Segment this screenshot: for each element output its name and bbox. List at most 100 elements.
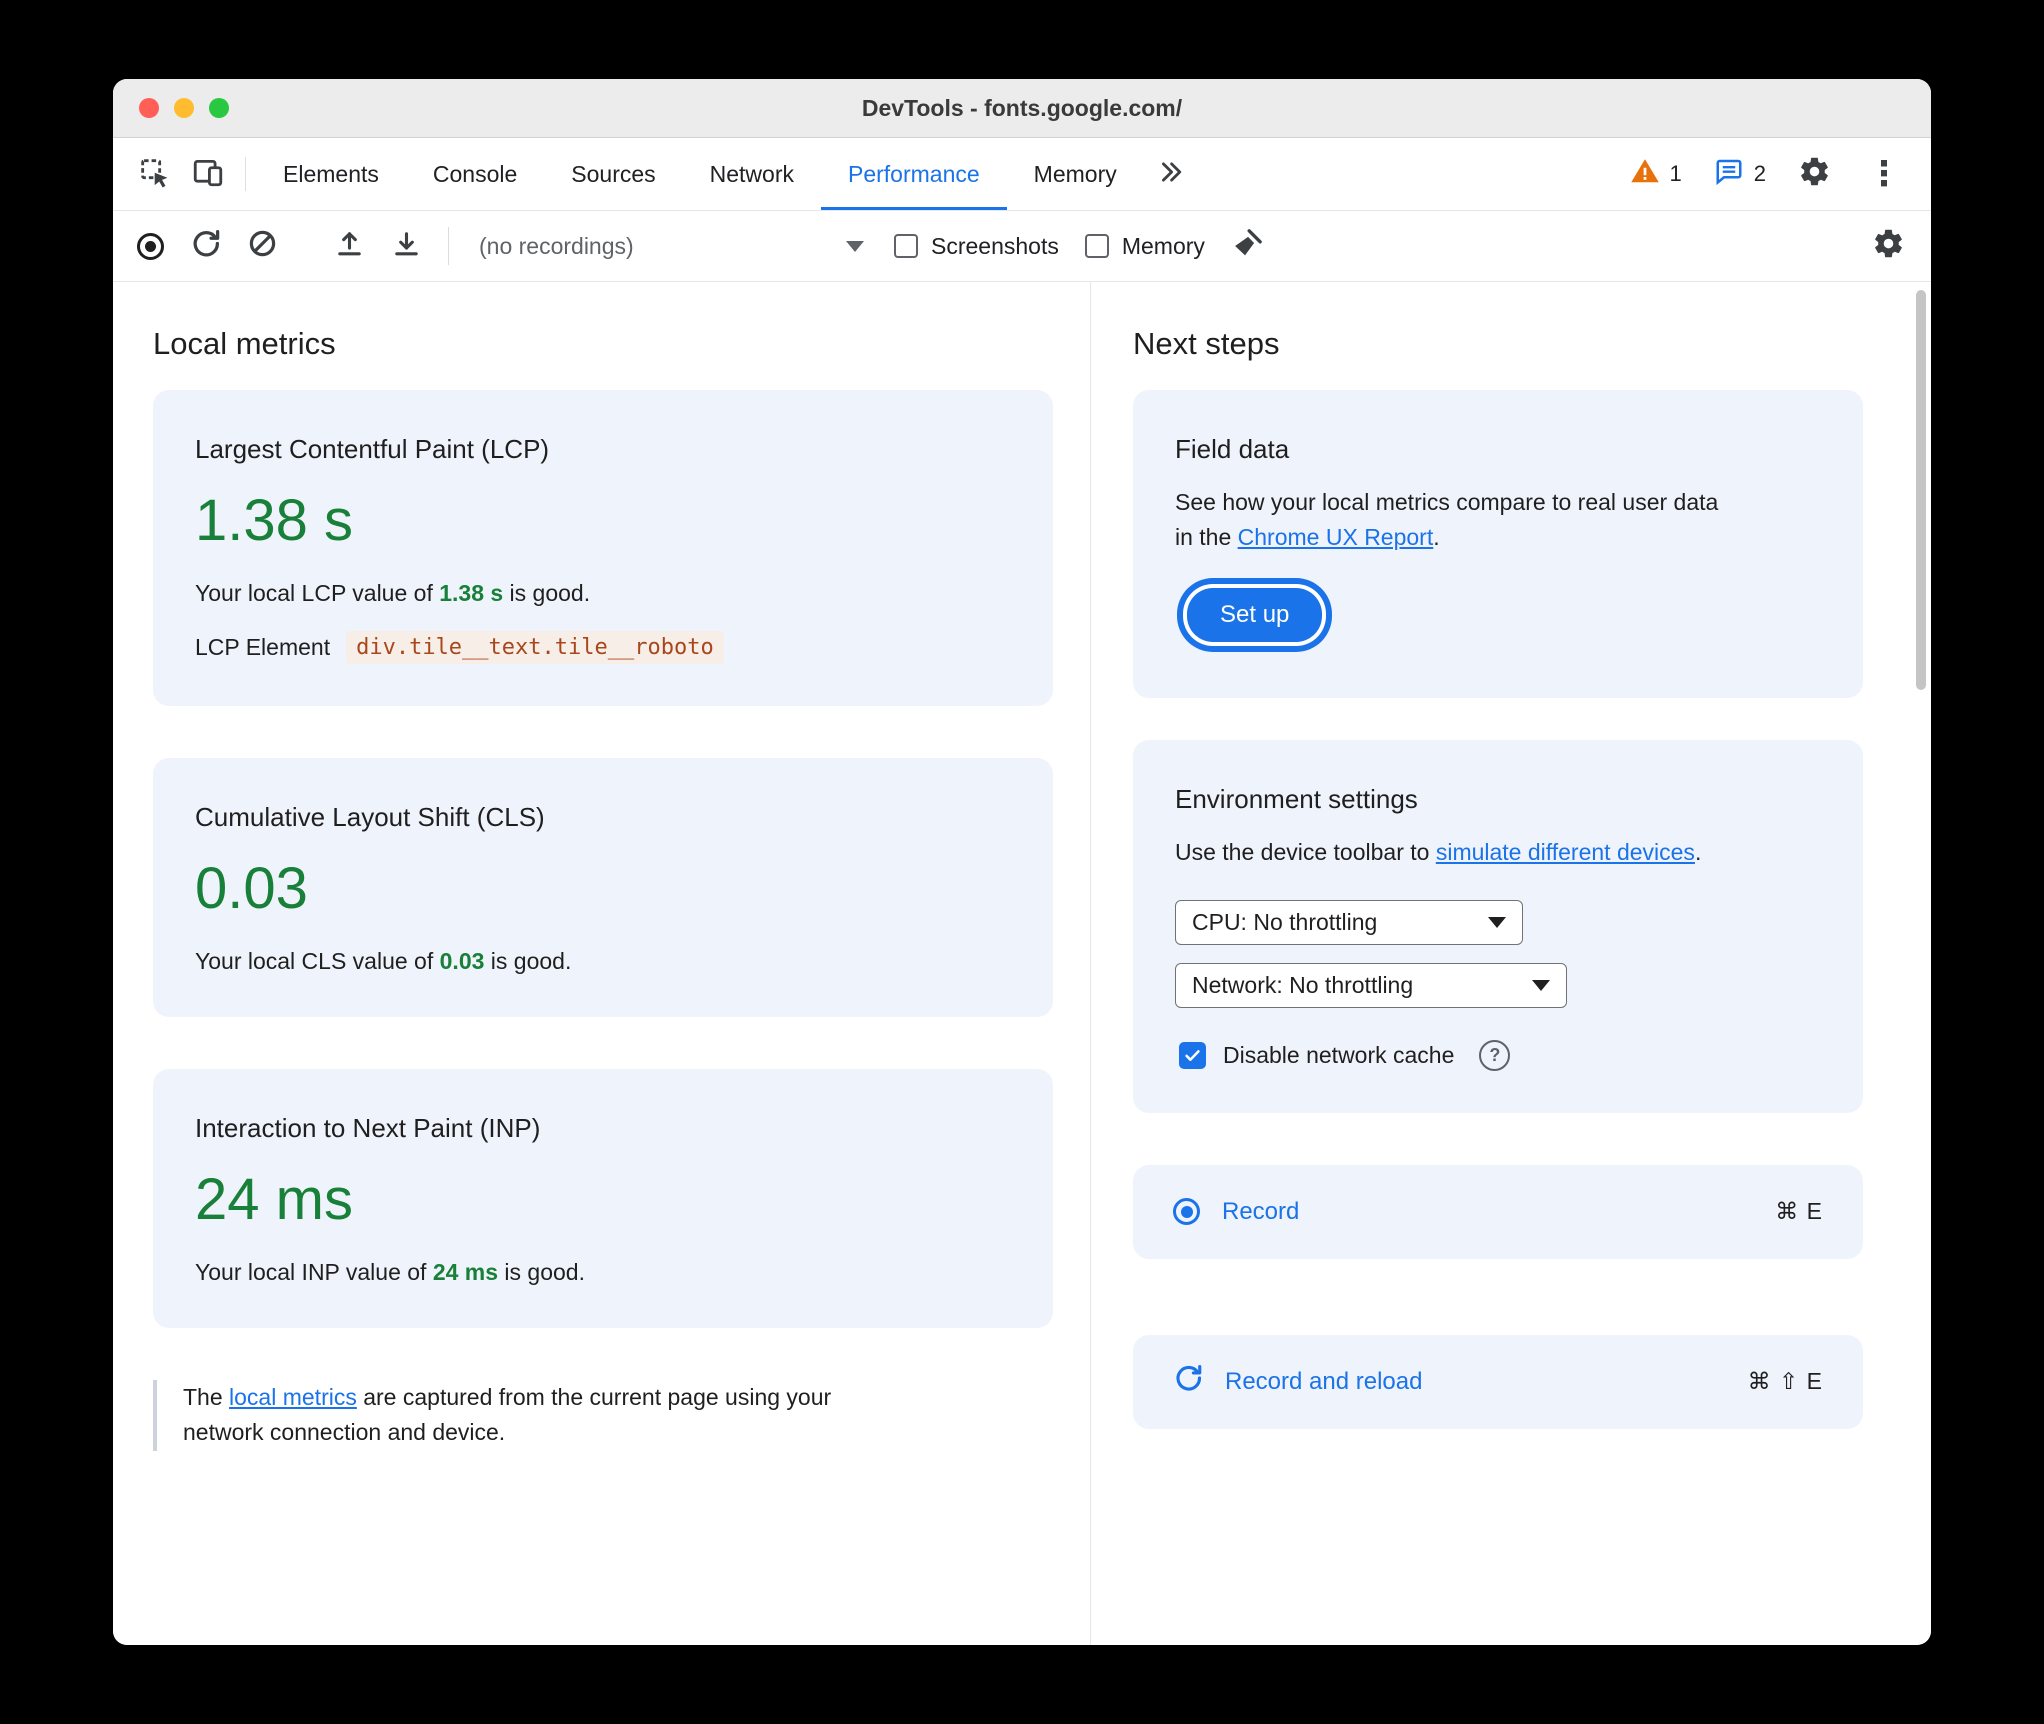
local-metrics-link[interactable]: local metrics — [229, 1384, 357, 1410]
tab-performance[interactable]: Performance — [821, 138, 1007, 210]
chrome-ux-report-link[interactable]: Chrome UX Report — [1238, 524, 1434, 550]
tab-console[interactable]: Console — [406, 138, 544, 210]
record-reload-action-label: Record and reload — [1225, 1367, 1423, 1395]
disable-cache-checkbox[interactable] — [1179, 1041, 1206, 1069]
memory-label[interactable]: Memory — [1122, 233, 1205, 260]
block-icon — [247, 228, 278, 264]
cls-desc-value: 0.03 — [439, 947, 485, 974]
lcp-element-label: LCP Element — [195, 633, 331, 660]
gear-icon — [1798, 155, 1831, 193]
record-reload-action-left: Record and reload — [1173, 1363, 1422, 1400]
next-steps-pane: Next steps Field data See how your local… — [1091, 282, 1931, 1645]
inp-description: Your local INP value of 24 ms is good. — [195, 1259, 1011, 1286]
collect-garbage-icon — [1231, 227, 1264, 265]
network-throttling-select[interactable]: Network: No throttling — [1175, 962, 1567, 1008]
save-profile-button[interactable] — [391, 228, 422, 264]
record-and-reload-action-card[interactable]: Record and reload ⌘ ⇧ E — [1133, 1334, 1863, 1429]
reload-and-record-button[interactable] — [190, 228, 221, 264]
close-window-button[interactable] — [139, 98, 159, 118]
record-radio-dot — [1180, 1205, 1193, 1218]
environment-settings-card: Environment settings Use the device tool… — [1133, 740, 1863, 1113]
upload-icon — [334, 228, 365, 264]
tab-memory[interactable]: Memory — [1007, 138, 1144, 210]
disable-cache-row: Disable network cache ? — [1175, 1039, 1821, 1071]
field-data-title: Field data — [1175, 434, 1290, 464]
tab-sources[interactable]: Sources — [544, 138, 682, 210]
clear-button[interactable] — [247, 228, 278, 264]
environment-settings-title: Environment settings — [1175, 784, 1418, 814]
scrollbar-thumb[interactable] — [1916, 290, 1926, 690]
field-data-body: See how your local metrics compare to re… — [1175, 485, 1720, 554]
inspect-element-button[interactable] — [127, 147, 181, 201]
device-toolbar-button[interactable] — [181, 147, 235, 201]
local-metrics-footnote: The local metrics are captured from the … — [153, 1379, 893, 1451]
record-button[interactable] — [137, 232, 164, 260]
inp-desc-prefix: Your local INP value of — [195, 1258, 433, 1285]
cls-desc-prefix: Your local CLS value of — [195, 947, 440, 974]
screenshots-checkbox[interactable] — [894, 234, 918, 258]
local-metrics-heading: Local metrics — [153, 326, 336, 361]
footnote-prefix: The — [183, 1383, 230, 1410]
lcp-description: Your local LCP value of 1.38 s is good. — [195, 580, 1011, 607]
lcp-title: Largest Contentful Paint (LCP) — [195, 434, 550, 464]
environment-settings-body: Use the device toolbar to simulate diffe… — [1175, 835, 1720, 870]
zoom-window-button[interactable] — [209, 98, 229, 118]
screenshots-label[interactable]: Screenshots — [931, 233, 1059, 260]
cls-card: Cumulative Layout Shift (CLS) 0.03 Your … — [153, 757, 1053, 1017]
traffic-lights — [139, 79, 229, 137]
issues-indicator[interactable]: 2 — [1714, 156, 1766, 192]
more-tabs-button[interactable] — [1144, 147, 1198, 201]
record-reload-shortcut: ⌘ ⇧ E — [1747, 1368, 1823, 1394]
inp-card: Interaction to Next Paint (INP) 24 ms Yo… — [153, 1068, 1053, 1328]
set-up-button[interactable]: Set up — [1187, 588, 1323, 642]
memory-checkbox[interactable] — [1084, 234, 1109, 258]
field-data-card: Field data See how your local metrics co… — [1133, 390, 1863, 698]
field-data-body-suffix: . — [1433, 523, 1440, 550]
load-profile-button[interactable] — [334, 228, 365, 264]
simulate-devices-link[interactable]: simulate different devices — [1436, 839, 1695, 865]
cls-title: Cumulative Layout Shift (CLS) — [195, 801, 545, 832]
capture-settings-button[interactable] — [1872, 227, 1905, 265]
record-radio-icon — [1173, 1198, 1200, 1225]
inp-desc-value: 24 ms — [432, 1258, 499, 1285]
devtools-tabbar: Elements Console Sources Network Perform… — [113, 138, 1931, 211]
performance-toolbar: (no recordings) Screenshots Memory — [113, 211, 1931, 282]
cls-desc-suffix: is good. — [484, 947, 572, 974]
help-icon[interactable]: ? — [1479, 1039, 1511, 1071]
collect-garbage-button[interactable] — [1231, 227, 1264, 265]
tab-elements[interactable]: Elements — [256, 138, 406, 210]
minimize-window-button[interactable] — [174, 98, 194, 118]
gear-icon — [1872, 227, 1905, 265]
record-action-label: Record — [1222, 1197, 1300, 1225]
cpu-throttling-value: CPU: No throttling — [1192, 908, 1378, 935]
issues-count: 2 — [1753, 161, 1766, 186]
memory-checkbox-group: Memory — [1084, 233, 1205, 260]
disable-cache-label[interactable]: Disable network cache — [1223, 1042, 1454, 1069]
chevron-double-right-icon — [1157, 158, 1185, 191]
cpu-throttling-select[interactable]: CPU: No throttling — [1175, 899, 1523, 945]
device-toolbar-icon — [191, 155, 225, 194]
inp-title: Interaction to Next Paint (INP) — [195, 1112, 541, 1143]
download-icon — [391, 228, 422, 264]
lcp-card: Largest Contentful Paint (LCP) 1.38 s Yo… — [153, 390, 1053, 706]
warnings-indicator[interactable]: 1 — [1630, 156, 1682, 192]
local-metrics-pane: Local metrics Largest Contentful Paint (… — [113, 282, 1090, 1645]
lcp-desc-suffix: is good. — [503, 579, 591, 606]
issues-message-icon — [1714, 156, 1744, 192]
devtools-settings-button[interactable] — [1798, 155, 1831, 193]
warning-icon — [1630, 156, 1660, 192]
record-action-card[interactable]: Record ⌘ E — [1133, 1164, 1863, 1259]
recordings-select[interactable]: (no recordings) — [475, 231, 868, 262]
chevron-down-icon — [846, 240, 864, 252]
lcp-element-row: LCP Element div.tile__text.tile__roboto — [195, 630, 1011, 664]
tabbar-right-icons: 1 2 ⋮ — [1630, 138, 1906, 210]
toolbar-separator — [448, 227, 449, 265]
cls-value: 0.03 — [195, 855, 308, 921]
next-steps-heading: Next steps — [1133, 326, 1280, 361]
tab-network[interactable]: Network — [683, 138, 821, 210]
more-options-button[interactable]: ⋮ — [1863, 157, 1905, 191]
lcp-value: 1.38 s — [195, 488, 353, 553]
reload-icon — [190, 228, 221, 264]
environment-body-prefix: Use the device toolbar to — [1175, 839, 1436, 865]
lcp-element-node-link[interactable]: div.tile__text.tile__roboto — [346, 630, 724, 664]
